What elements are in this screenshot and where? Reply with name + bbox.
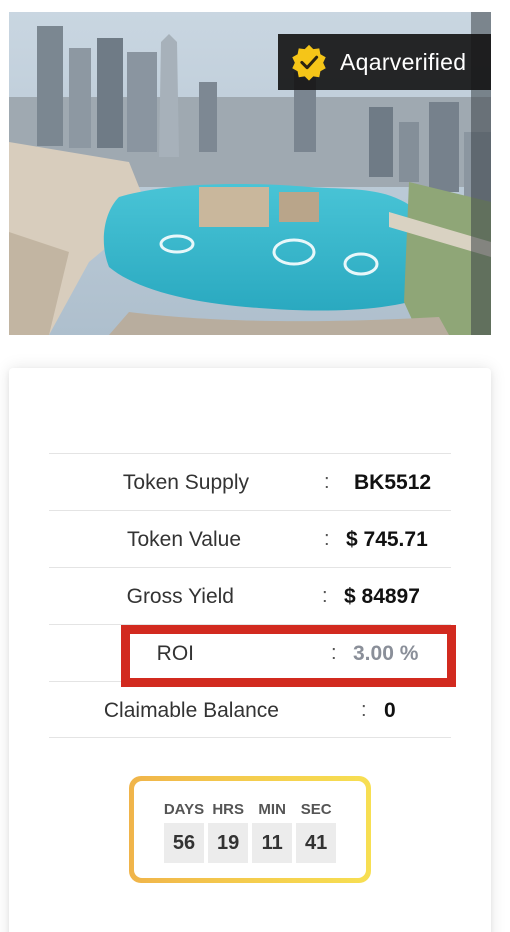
countdown-label: MIN — [258, 801, 286, 818]
verified-label: Aqarverified — [340, 48, 467, 75]
countdown-label: DAYS — [163, 801, 205, 818]
detail-label: Claimable Balance — [103, 699, 279, 722]
detail-row-token-supply: Token Supply : BK5512 — [49, 453, 451, 510]
countdown-timer: DAYS 56 HRS 19 MIN 11 SEC 41 — [129, 776, 371, 883]
detail-separator: : — [361, 699, 367, 721]
countdown-value: 41 — [296, 823, 337, 863]
token-details-card: Token Supply : BK5512 Token Value : $ 74… — [9, 368, 491, 932]
verified-badge: Aqarverified — [278, 34, 491, 90]
detail-row-gross-yield: Gross Yield : $ 84897 — [49, 567, 451, 624]
detail-value: 0 — [384, 699, 396, 722]
countdown-days: DAYS 56 — [164, 799, 204, 878]
countdown-value: 56 — [164, 823, 204, 863]
detail-value: BK5512 — [354, 471, 432, 494]
verified-check-icon — [292, 44, 326, 81]
roi-highlight-box — [121, 625, 456, 687]
detail-row-claimable-balance: Claimable Balance : 0 — [49, 681, 451, 738]
property-image: Aqarverified — [9, 12, 491, 335]
countdown-hours: HRS 19 — [208, 799, 249, 878]
detail-label: Gross Yield — [126, 585, 234, 608]
detail-separator: : — [324, 528, 330, 550]
detail-separator: : — [322, 585, 328, 607]
detail-label: Token Supply — [122, 471, 249, 494]
detail-label: Token Value — [126, 528, 241, 551]
countdown-minutes: MIN 11 — [252, 799, 293, 878]
countdown-value: 19 — [208, 823, 249, 863]
detail-value: $ 84897 — [344, 585, 420, 608]
details-list: Token Supply : BK5512 Token Value : $ 74… — [49, 453, 451, 738]
countdown-seconds: SEC 41 — [296, 799, 337, 878]
countdown-label: HRS — [212, 801, 244, 818]
countdown-value: 11 — [252, 823, 293, 863]
detail-separator: : — [324, 471, 330, 493]
detail-row-token-value: Token Value : $ 745.71 — [49, 510, 451, 567]
countdown-label: SEC — [300, 801, 332, 818]
detail-value: $ 745.71 — [346, 528, 428, 551]
